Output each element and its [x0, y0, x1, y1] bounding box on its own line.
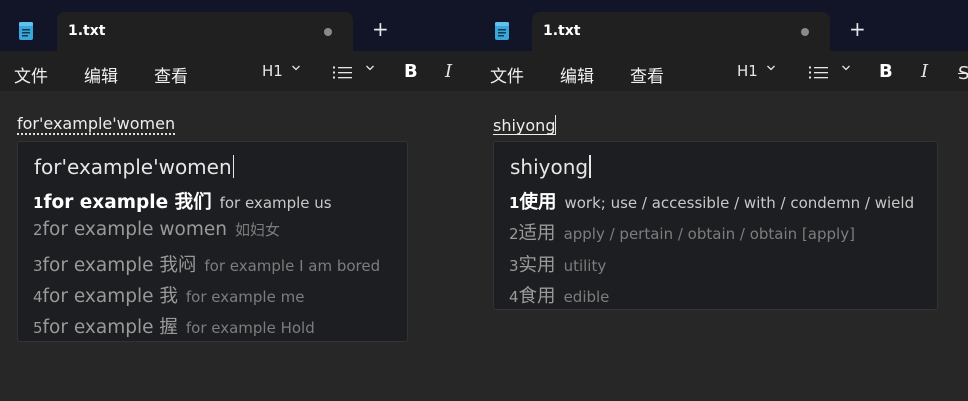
candidate-item[interactable]: 2适用 apply / pertain / obtain / obtain [ap…: [509, 219, 855, 244]
left-editor-window: 1.txt + 文件 编辑 查看 H1 B I for'example'wome…: [0, 0, 476, 401]
candidate-item[interactable]: 4食用 edible: [509, 282, 610, 307]
chevron-down-icon[interactable]: [842, 64, 850, 72]
notepad-app-icon: [19, 22, 33, 40]
text-caret: [232, 155, 235, 178]
tab-title: 1.txt: [68, 23, 106, 39]
candidate-item[interactable]: 4for example 我 for example me: [33, 282, 305, 307]
title-bar: 1.txt +: [0, 0, 476, 51]
candidate-item[interactable]: 5for example 握 for example Hold: [33, 313, 315, 338]
list-icon[interactable]: [809, 66, 828, 79]
candidate-number: 4: [509, 288, 519, 306]
candidate-item[interactable]: 1for example 我们 for example us: [33, 188, 332, 213]
candidate-word: for example 握: [42, 317, 178, 338]
ime-candidate-popup: for'example'women 1for example 我们 for exa…: [17, 141, 408, 342]
candidate-word: for example 我: [42, 286, 178, 307]
unsaved-dot-icon[interactable]: [801, 28, 809, 36]
candidate-number: 2: [33, 221, 43, 239]
ime-input-string: for'example'women: [34, 155, 235, 179]
candidate-translation: work; use / accessible / with / condemn …: [564, 194, 915, 212]
ime-input-text: shiyong: [510, 155, 589, 179]
candidate-number: 5: [33, 319, 43, 337]
candidate-translation: for example Hold: [185, 319, 315, 337]
bold-button[interactable]: B: [879, 61, 893, 82]
menu-edit[interactable]: 编辑: [84, 62, 118, 87]
candidate-word: for example 我闷: [42, 255, 197, 276]
candidate-item[interactable]: 2for example women 如妇女: [33, 219, 280, 243]
menu-view[interactable]: 查看: [154, 62, 188, 87]
tab-1-txt[interactable]: 1.txt: [57, 12, 353, 51]
candidate-word: 使用: [519, 192, 557, 213]
menu-file[interactable]: 文件: [14, 62, 48, 87]
candidate-translation: edible: [563, 288, 610, 306]
candidate-translation: utility: [563, 257, 607, 275]
candidate-item[interactable]: 1使用 work; use / accessible / with / conde…: [509, 188, 915, 213]
notepad-app-icon: [495, 22, 509, 40]
chevron-down-icon[interactable]: [366, 64, 374, 72]
menu-file[interactable]: 文件: [490, 62, 524, 87]
heading-dropdown[interactable]: H1: [262, 62, 283, 80]
menu-view[interactable]: 查看: [630, 62, 664, 87]
new-tab-button[interactable]: +: [849, 19, 866, 39]
editor-text-content: shiyong: [493, 116, 556, 135]
italic-button[interactable]: I: [445, 61, 452, 82]
candidate-item[interactable]: 3实用 utility: [509, 251, 607, 276]
title-bar: 1.txt +: [476, 0, 968, 51]
candidate-translation: for example us: [219, 194, 332, 212]
list-icon[interactable]: [333, 66, 352, 79]
text-caret: [589, 155, 591, 178]
bold-button[interactable]: B: [404, 61, 418, 82]
candidate-item[interactable]: 3for example 我闷 for example I am bored: [33, 251, 381, 276]
candidate-translation: for example me: [185, 288, 305, 306]
candidate-translation: 如妇女: [234, 221, 280, 239]
candidate-translation: apply / pertain / obtain / obtain [apply…: [563, 225, 855, 243]
tab-title: 1.txt: [543, 23, 581, 39]
text-caret: [555, 115, 557, 135]
new-tab-button[interactable]: +: [372, 19, 389, 39]
candidate-number: 1: [33, 194, 44, 212]
ime-input-text: for'example'women: [34, 155, 232, 179]
candidate-number: 3: [509, 257, 519, 275]
heading-dropdown[interactable]: H1: [737, 62, 758, 80]
candidate-number: 1: [509, 194, 520, 212]
ime-input-string: shiyong: [510, 155, 591, 179]
candidate-number: 4: [33, 288, 43, 306]
editor-composition-text[interactable]: for'example'women: [17, 115, 176, 135]
ime-candidate-popup: shiyong 1使用 work; use / accessible / with…: [493, 141, 938, 310]
candidate-word: 适用: [518, 223, 556, 244]
candidate-word: 实用: [518, 255, 556, 276]
tab-1-txt[interactable]: 1.txt: [532, 12, 830, 51]
strikethrough-button[interactable]: S: [958, 63, 968, 84]
candidate-word: for example 我们: [43, 192, 212, 213]
menu-bar: 文件 编辑 查看 H1 B I S: [476, 51, 968, 91]
chevron-down-icon[interactable]: [292, 64, 300, 72]
menu-bar: 文件 编辑 查看 H1 B I: [0, 51, 476, 91]
candidate-word: 食用: [518, 286, 556, 307]
right-editor-window: 1.txt + 文件 编辑 查看 H1 B I S shiyong shiyon…: [476, 0, 968, 401]
candidate-word: for example women: [42, 219, 227, 240]
candidate-number: 3: [33, 257, 43, 275]
unsaved-dot-icon[interactable]: [324, 28, 332, 36]
candidate-translation: for example I am bored: [204, 257, 381, 275]
italic-button[interactable]: I: [921, 61, 928, 82]
candidate-number: 2: [509, 225, 519, 243]
editor-composition-text[interactable]: shiyong: [493, 115, 557, 135]
menu-edit[interactable]: 编辑: [560, 62, 594, 87]
chevron-down-icon[interactable]: [767, 64, 775, 72]
